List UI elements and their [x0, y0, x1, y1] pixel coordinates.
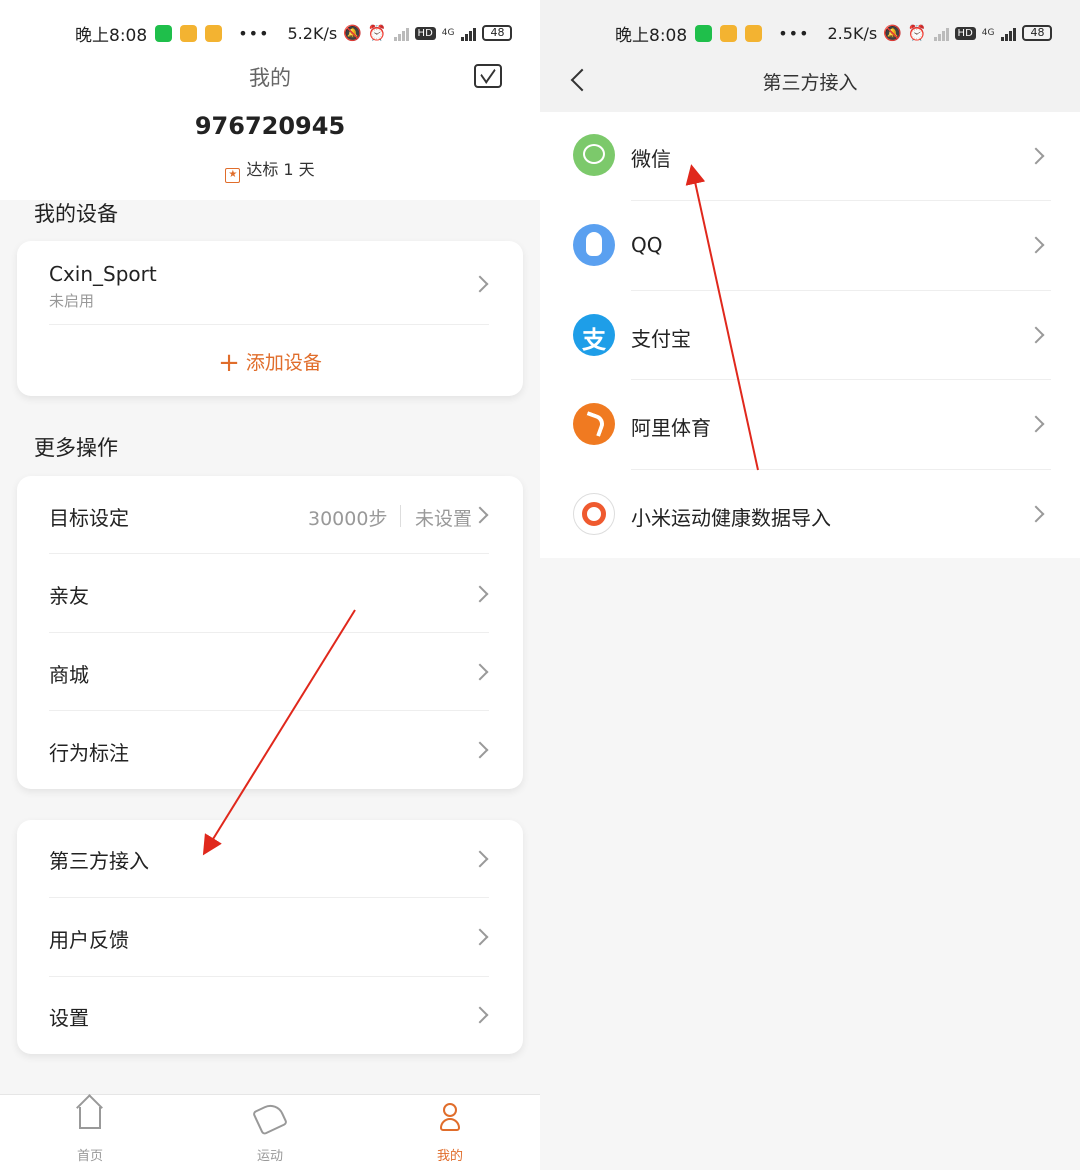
battery-icon: 48 — [1022, 25, 1053, 41]
alarm-icon: ⏰ — [367, 24, 387, 42]
mute-icon: 🔕 — [883, 24, 902, 42]
app-notification-icon — [205, 24, 223, 42]
signal-icon — [393, 25, 409, 41]
device-name[interactable]: Cxin_Sport — [49, 262, 157, 286]
signal-icon — [460, 25, 477, 41]
mail-icon[interactable] — [474, 64, 502, 88]
nav-mine[interactable]: 我的 — [360, 1095, 540, 1170]
alipay-icon — [573, 314, 615, 356]
wechat-notification-icon — [155, 24, 173, 42]
divider — [631, 379, 1051, 380]
person-icon — [440, 1103, 460, 1133]
more-section-title: 更多操作 — [34, 436, 118, 460]
bottom-nav: 首页 运动 我的 — [0, 1094, 540, 1170]
goal-badge: ★ 达标 1 天 — [0, 156, 540, 183]
more-notifications-icon: ••• — [238, 23, 270, 43]
devices-section-title: 我的设备 — [34, 202, 118, 226]
divider — [49, 632, 489, 633]
plus-icon: + — [218, 348, 240, 378]
network-type: 4G — [981, 28, 995, 38]
nav-home[interactable]: 首页 — [0, 1095, 180, 1170]
mi-health-icon — [573, 493, 615, 535]
divider — [400, 505, 401, 527]
hd-icon: HD — [414, 26, 436, 40]
mall-item[interactable]: 商城 — [49, 659, 89, 688]
third-party-item[interactable]: 第三方接入 — [49, 845, 149, 874]
divider — [631, 290, 1051, 291]
page-title: 第三方接入 — [762, 72, 858, 94]
third-party-list — [540, 112, 1080, 558]
qq-icon — [573, 224, 615, 266]
app-notification-icon — [180, 24, 198, 42]
divider — [49, 976, 489, 977]
goal-status: 未设置 — [415, 508, 473, 530]
behavior-tag-item[interactable]: 行为标注 — [49, 737, 129, 766]
divider — [49, 710, 489, 711]
hd-icon: HD — [954, 26, 976, 40]
profile-screen: 晚上8:08 ••• 5.2K/s 🔕 ⏰ HD 4G 48 我的 976720… — [0, 0, 540, 1170]
divider — [631, 469, 1051, 470]
mute-icon: 🔕 — [343, 24, 362, 42]
signal-icon — [933, 25, 949, 41]
battery-icon: 48 — [482, 25, 513, 41]
add-device-button[interactable]: + 添加设备 — [0, 348, 540, 378]
divider — [49, 897, 489, 898]
divider — [49, 553, 489, 554]
user-id: 976720945 — [194, 112, 346, 140]
status-time: 晚上8:08 — [75, 25, 148, 46]
app-notification-icon — [720, 24, 738, 42]
nav-sport[interactable]: 运动 — [180, 1095, 360, 1170]
network-speed: 2.5K/s — [827, 23, 878, 43]
alarm-icon: ⏰ — [907, 24, 927, 42]
shoe-icon — [251, 1100, 289, 1136]
network-type: 4G — [441, 28, 455, 38]
star-icon: ★ — [225, 168, 241, 183]
friends-item[interactable]: 亲友 — [49, 580, 89, 609]
goal-steps: 30000步 — [308, 508, 388, 530]
home-icon — [79, 1107, 101, 1129]
device-status: 未启用 — [49, 292, 95, 310]
app-notification-icon — [745, 24, 763, 42]
signal-icon — [1000, 25, 1017, 41]
wechat-icon — [573, 134, 615, 176]
goal-setting-item[interactable]: 目标设定 — [49, 502, 129, 531]
status-bar: 晚上8:08 ••• 2.5K/s 🔕 ⏰ HD 4G 48 — [615, 18, 1053, 48]
more-notifications-icon: ••• — [778, 23, 810, 43]
page-title: 我的 — [249, 66, 291, 90]
network-speed: 5.2K/s — [287, 23, 338, 43]
divider — [631, 200, 1051, 201]
ali-sports-icon — [573, 403, 615, 445]
status-bar: 晚上8:08 ••• 5.2K/s 🔕 ⏰ HD 4G 48 — [75, 18, 513, 48]
wechat-notification-icon — [695, 24, 713, 42]
third-party-screen: 晚上8:08 ••• 2.5K/s 🔕 ⏰ HD 4G 48 第三方接入 微信 … — [540, 0, 1080, 1170]
status-time: 晚上8:08 — [615, 25, 688, 46]
divider — [49, 324, 489, 325]
settings-item[interactable]: 设置 — [49, 1002, 89, 1031]
feedback-item[interactable]: 用户反馈 — [49, 924, 129, 953]
top-bar — [540, 0, 1080, 112]
